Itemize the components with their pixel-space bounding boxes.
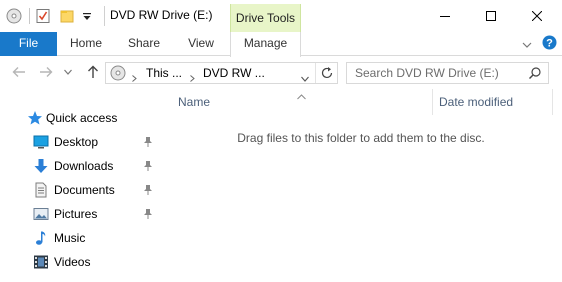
pin-icon[interactable] <box>143 184 153 196</box>
navigation-row: This ... DVD RW ... <box>0 57 562 89</box>
minimize-icon <box>440 16 450 17</box>
refresh-icon[interactable] <box>320 66 334 83</box>
nav-item-pictures[interactable]: Pictures <box>0 202 160 226</box>
ribbon-tabs: File Home Share View Manage ? <box>0 32 562 57</box>
column-divider[interactable] <box>432 89 433 115</box>
nav-item-quick-access[interactable]: Quick access <box>0 106 160 130</box>
empty-folder-message: Drag files to this folder to add them to… <box>237 131 485 145</box>
tab-home[interactable]: Home <box>60 32 112 56</box>
star-icon <box>27 110 43 126</box>
pictures-icon <box>33 206 49 222</box>
chevron-down-icon <box>64 69 72 75</box>
expand-ribbon-button[interactable] <box>522 39 532 53</box>
pin-icon[interactable] <box>143 208 153 220</box>
desktop-icon <box>33 134 49 150</box>
close-button[interactable] <box>514 0 560 32</box>
search-box[interactable] <box>346 62 549 84</box>
customize-qat-dropdown-icon[interactable] <box>82 8 92 24</box>
nav-item-desktop[interactable]: Desktop <box>0 130 160 154</box>
file-list-view[interactable]: Name Date modified Drag files to this fo… <box>160 89 562 282</box>
nav-label: Pictures <box>54 207 98 221</box>
back-arrow-icon <box>12 67 25 77</box>
documents-icon <box>33 182 49 198</box>
window-title: DVD RW Drive (E:) <box>110 8 213 22</box>
nav-label: Videos <box>54 255 91 269</box>
disc-drive-icon <box>110 65 126 84</box>
pin-icon[interactable] <box>143 160 153 172</box>
tab-view[interactable]: View <box>175 32 227 56</box>
nav-label: Documents <box>54 183 115 197</box>
address-bar[interactable]: This ... DVD RW ... <box>105 62 338 84</box>
drive-tools-context-label: Drive Tools <box>230 4 301 32</box>
videos-icon <box>33 254 49 270</box>
qat-separator <box>29 8 30 24</box>
recent-locations-button[interactable] <box>62 63 74 81</box>
search-icon[interactable] <box>528 66 542 83</box>
svg-text:?: ? <box>546 38 553 50</box>
tab-manage[interactable]: Manage <box>230 32 301 57</box>
help-button[interactable]: ? <box>542 35 557 53</box>
forward-arrow-icon <box>40 67 53 77</box>
navigation-pane: Quick access Desktop Downloads Documents <box>0 89 160 282</box>
search-input[interactable] <box>355 66 525 80</box>
nav-item-music[interactable]: Music <box>0 226 160 250</box>
tab-share[interactable]: Share <box>118 32 170 56</box>
disc-drive-icon <box>6 8 22 24</box>
column-header-date-modified[interactable]: Date modified <box>439 89 554 115</box>
chevron-down-icon <box>522 42 532 48</box>
address-separator <box>315 63 316 83</box>
title-bar: DVD RW Drive (E:) Drive Tools <box>0 0 562 32</box>
tab-file[interactable]: File <box>0 32 57 56</box>
title-separator <box>104 6 105 26</box>
pin-icon[interactable] <box>143 136 153 148</box>
downloads-icon <box>33 158 49 174</box>
close-icon <box>532 11 542 21</box>
breadcrumb-chevron-icon[interactable] <box>190 71 195 85</box>
column-header-name[interactable]: Name <box>178 89 428 115</box>
minimize-button[interactable] <box>422 0 468 32</box>
nav-item-documents[interactable]: Documents <box>0 178 160 202</box>
back-button[interactable] <box>10 63 28 81</box>
maximize-button[interactable] <box>468 0 514 32</box>
up-button[interactable] <box>84 63 102 81</box>
nav-item-downloads[interactable]: Downloads <box>0 154 160 178</box>
breadcrumb-dvd-drive[interactable]: DVD RW ... <box>203 66 265 80</box>
properties-icon[interactable] <box>35 8 51 24</box>
forward-button[interactable] <box>37 63 55 81</box>
column-divider[interactable] <box>552 89 553 115</box>
breadcrumb-chevron-icon[interactable] <box>132 71 137 85</box>
maximize-icon <box>486 11 496 21</box>
new-folder-icon[interactable] <box>59 8 75 24</box>
address-history-dropdown-icon[interactable] <box>301 71 309 85</box>
music-icon <box>33 230 49 246</box>
nav-label: Desktop <box>54 135 99 149</box>
nav-label: Music <box>54 231 86 245</box>
nav-label-quick-access: Quick access <box>46 111 118 125</box>
help-icon: ? <box>542 35 557 50</box>
breadcrumb-this-pc[interactable]: This ... <box>146 66 182 80</box>
nav-item-videos[interactable]: Videos <box>0 250 160 274</box>
up-arrow-icon <box>88 65 98 78</box>
quick-access-toolbar <box>6 6 92 26</box>
nav-label: Downloads <box>54 159 114 173</box>
